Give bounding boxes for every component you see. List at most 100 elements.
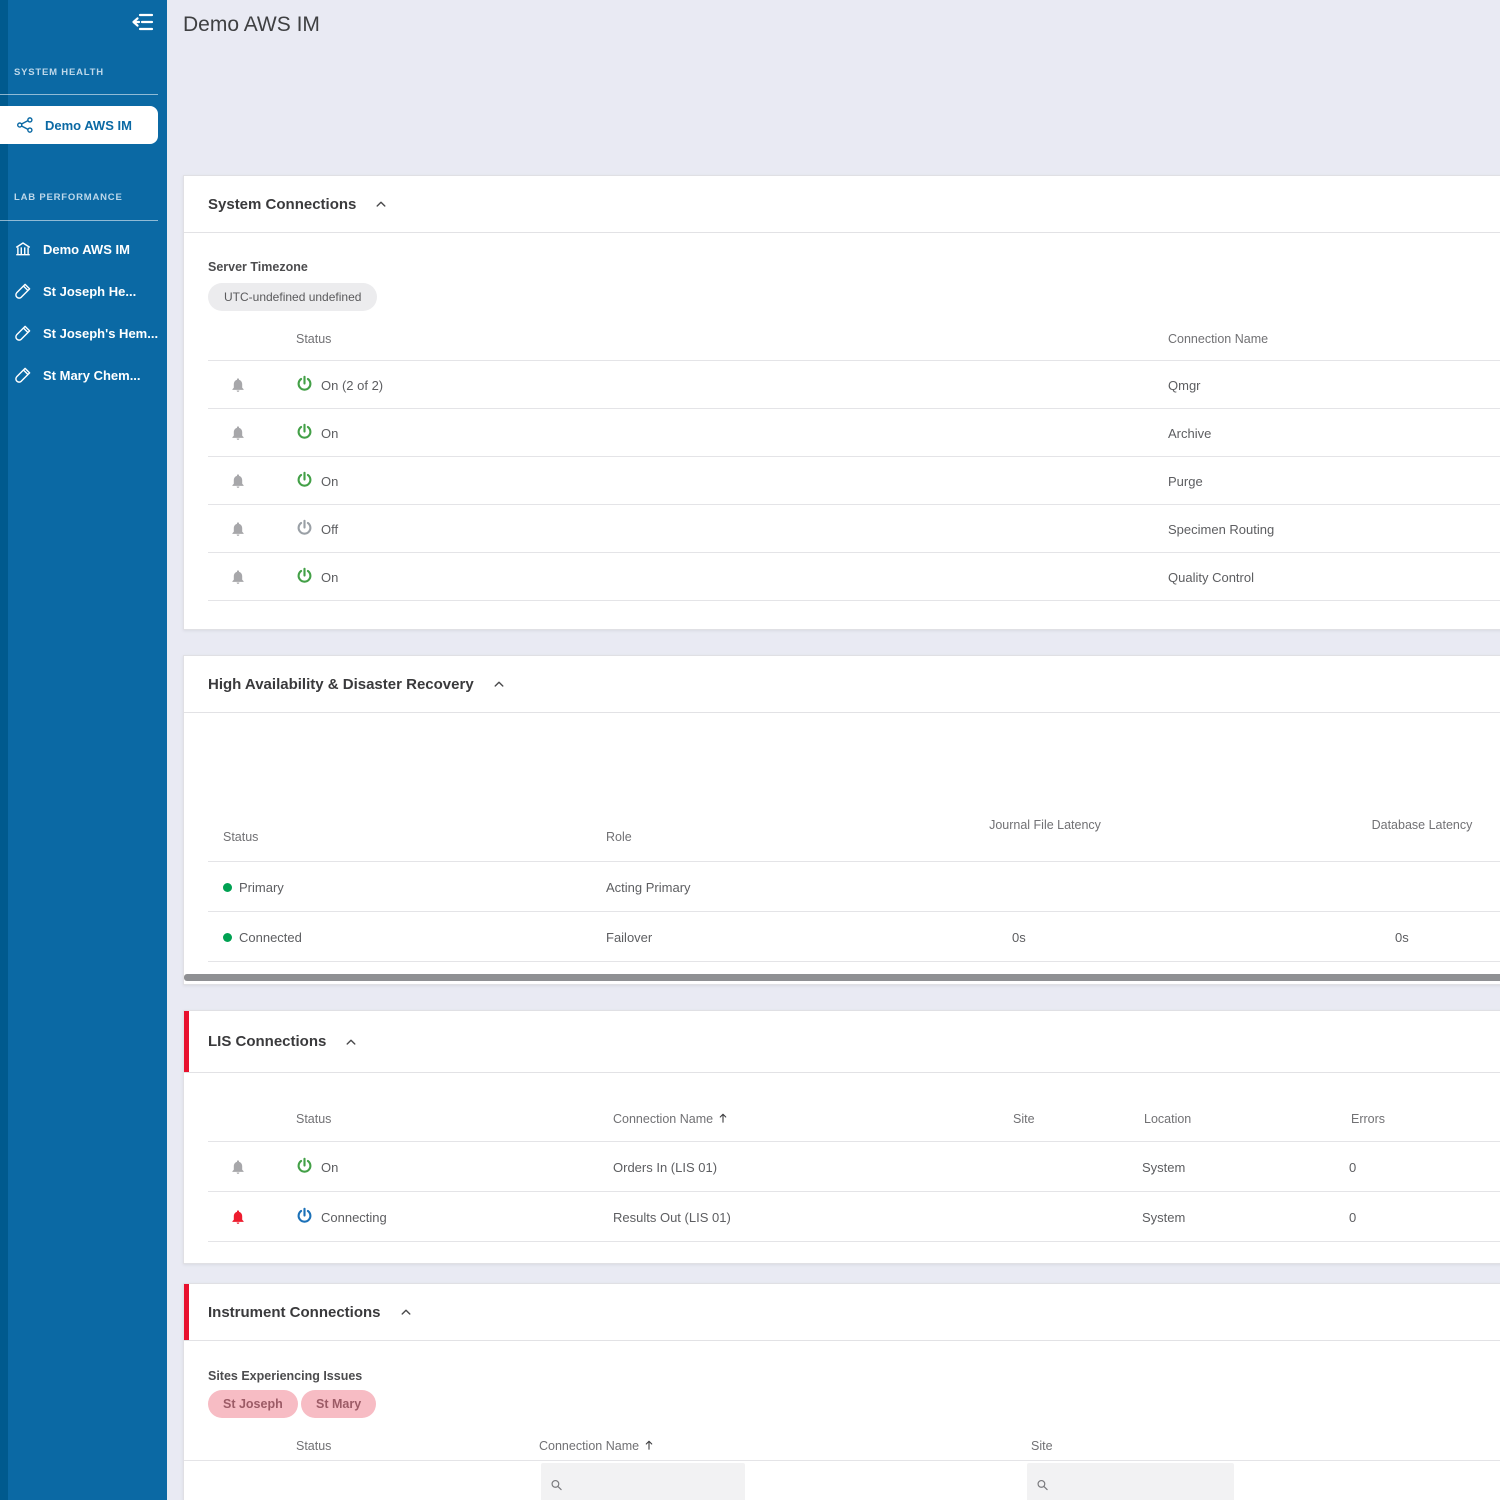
connection-name-cell: Archive	[1168, 425, 1212, 441]
system-connections-card: System Connections Server Timezone UTC-u…	[183, 175, 1500, 630]
role-cell: Failover	[606, 929, 653, 945]
connection-name-cell: Specimen Routing	[1168, 521, 1275, 537]
column-header-status: Status	[296, 1112, 332, 1126]
column-header-connection-name: Connection Name	[1168, 332, 1269, 346]
green-status-dot-icon	[223, 882, 232, 892]
connection-name-cell: Purge	[1168, 473, 1203, 489]
column-header-database-latency: Database Latency	[1371, 818, 1473, 832]
bell-icon[interactable]	[230, 409, 246, 457]
horizontal-scrollbar[interactable]	[184, 974, 1500, 981]
page-title: Demo AWS IM	[183, 13, 320, 36]
location-cell: System	[1142, 1159, 1186, 1175]
power-icon	[296, 519, 313, 539]
table-row: Connected Failover 0s 0s	[184, 912, 1500, 962]
issue-site-chip: St Joseph	[208, 1390, 298, 1418]
power-icon	[296, 1207, 313, 1227]
sidebar-item-label: St Joseph He...	[43, 283, 137, 299]
section-title: LIS Connections	[208, 1033, 327, 1050]
power-icon	[296, 375, 313, 395]
connection-name-cell: Results Out (LIS 01)	[613, 1209, 731, 1225]
sidebar-item-label: St Mary Chem...	[43, 367, 141, 383]
table-row: On Orders In (LIS 01) System 0	[184, 1142, 1500, 1192]
sidebar-item-demo-aws-im-health[interactable]: Demo AWS IM	[0, 106, 158, 144]
column-header-journal-file-latency: Journal File Latency	[989, 818, 1101, 832]
network-icon	[16, 116, 34, 134]
section-title: High Availability & Disaster Recovery	[208, 675, 474, 693]
column-header-connection-name-sortable[interactable]: Connection Name	[539, 1439, 655, 1453]
role-cell: Acting Primary	[606, 879, 691, 895]
search-icon	[550, 1479, 563, 1492]
status-cell: Connecting	[296, 1192, 387, 1242]
table-row: On Purge	[184, 457, 1500, 505]
server-timezone-value: UTC-undefined undefined	[208, 283, 378, 311]
chevron-up-icon[interactable]	[374, 197, 388, 211]
sidebar-item-st-josephs-hem[interactable]: St Joseph's Hem...	[0, 313, 167, 353]
high-availability-card: High Availability & Disaster Recovery St…	[183, 655, 1500, 985]
table-row: On (2 of 2) Qmgr	[184, 361, 1500, 409]
errors-cell: 0	[1349, 1209, 1357, 1225]
connection-name-cell: Qmgr	[1168, 377, 1201, 393]
lis-connections-card: .lis-stripe::before{height:62px} LIS Con…	[183, 1010, 1500, 1264]
issue-site-chip: St Mary	[301, 1390, 377, 1418]
lis-connections-header: LIS Connections	[184, 1011, 1500, 1073]
column-header-role: Role	[606, 830, 632, 844]
instrument-connections-header: Instrument Connections	[184, 1284, 1500, 1341]
connection-name-cell: Quality Control	[1168, 569, 1254, 585]
connection-name-search-input[interactable]	[541, 1463, 745, 1500]
bell-icon[interactable]	[230, 361, 246, 409]
status-text: On	[321, 473, 339, 489]
sidebar-item-st-joseph-he[interactable]: St Joseph He...	[0, 271, 167, 311]
status-cell: Connected	[223, 912, 302, 962]
lab-building-icon	[14, 240, 32, 258]
sidebar-divider	[0, 220, 158, 221]
test-tube-icon	[14, 282, 32, 300]
bell-icon[interactable]	[230, 457, 246, 505]
sort-ascending-icon	[643, 1439, 655, 1451]
chevron-up-icon[interactable]	[344, 1035, 358, 1049]
status-text: On (2 of 2)	[321, 377, 384, 393]
test-tube-icon	[14, 366, 32, 384]
column-header-connection-name-sortable[interactable]: Connection Name	[613, 1112, 729, 1126]
instrument-connections-card: Instrument Connections Sites Experiencin…	[183, 1283, 1500, 1500]
column-header-site: Site	[1031, 1439, 1053, 1453]
search-icon	[1036, 1479, 1049, 1492]
collapse-sidebar-icon[interactable]	[131, 10, 155, 34]
power-icon	[296, 471, 313, 491]
green-status-dot-icon	[223, 932, 232, 942]
database-latency-cell: 0s	[1395, 929, 1409, 945]
sites-experiencing-issues-label: Sites Experiencing Issues	[208, 1369, 363, 1383]
status-text: Off	[321, 521, 339, 537]
column-header-status: Status	[296, 332, 332, 346]
power-icon	[296, 567, 313, 587]
table-row: Connecting Results Out (LIS 01) System 0	[184, 1192, 1500, 1242]
sidebar-item-demo-aws-im-lab[interactable]: Demo AWS IM	[0, 229, 167, 269]
power-icon	[296, 423, 313, 443]
sidebar-item-st-mary-chem[interactable]: St Mary Chem...	[0, 355, 167, 395]
table-row: On Archive	[184, 409, 1500, 457]
status-cell: On	[296, 553, 338, 601]
status-cell: On	[296, 409, 338, 457]
column-header-status: Status	[223, 830, 259, 844]
bell-icon[interactable]	[230, 1142, 246, 1192]
status-cell: On	[296, 457, 338, 505]
bell-icon[interactable]	[230, 505, 246, 553]
main-content: Demo AWS IM System Connections Server Ti…	[167, 0, 1500, 1500]
chevron-up-icon[interactable]	[492, 677, 506, 691]
bell-icon[interactable]	[230, 1192, 246, 1242]
sidebar-item-label: St Joseph's Hem...	[43, 325, 159, 341]
status-text: On	[321, 425, 339, 441]
chevron-up-icon[interactable]	[399, 1305, 413, 1319]
sidebar-item-label: Demo AWS IM	[45, 117, 132, 133]
system-connections-header: System Connections	[184, 176, 1500, 233]
sort-ascending-icon	[717, 1112, 729, 1124]
connection-name-cell: Orders In (LIS 01)	[613, 1159, 718, 1175]
table-row: Primary Acting Primary	[184, 862, 1500, 912]
table-row: On Quality Control	[184, 553, 1500, 601]
test-tube-icon	[14, 324, 32, 342]
sidebar-item-label: Demo AWS IM	[43, 241, 130, 257]
status-text: Connecting	[321, 1209, 387, 1225]
status-text: On	[321, 1159, 339, 1175]
bell-icon[interactable]	[230, 553, 246, 601]
location-cell: System	[1142, 1209, 1186, 1225]
site-search-input[interactable]	[1027, 1463, 1234, 1500]
